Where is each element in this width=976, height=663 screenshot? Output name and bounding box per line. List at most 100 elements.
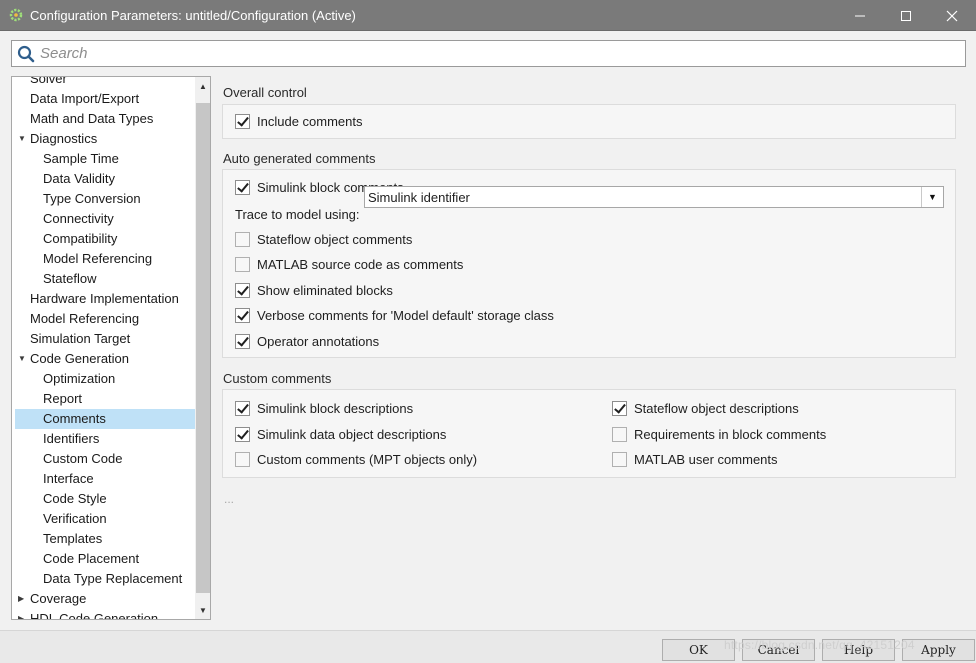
tree-item[interactable]: ▼ Diagnostics [12, 129, 196, 149]
tree-item[interactable]: Type Conversion [12, 189, 196, 209]
tree-item[interactable]: ▶ HDL Code Generation [12, 609, 196, 620]
checkbox-box[interactable] [235, 401, 250, 416]
close-button[interactable] [929, 0, 975, 31]
checkbox-box[interactable] [612, 401, 627, 416]
checkbox-box[interactable] [612, 427, 627, 442]
tree-item[interactable]: Solver [12, 76, 196, 89]
tree-item[interactable]: Code Placement [12, 549, 196, 569]
chevron-down-icon[interactable]: ▼ [921, 187, 943, 207]
tree-item-label: Stateflow [43, 271, 97, 286]
stateflow-object-comments-checkbox[interactable]: Stateflow object comments [235, 232, 412, 247]
collapse-arrow-icon[interactable]: ▶ [18, 589, 24, 609]
overall-control-group: Include comments [222, 104, 956, 139]
checkbox-box[interactable] [235, 283, 250, 298]
tree-item[interactable]: Comments [15, 409, 196, 429]
custom-comments-title: Custom comments [223, 371, 332, 386]
checkbox-label: Simulink data object descriptions [257, 427, 447, 442]
scrollbar-thumb[interactable] [196, 103, 210, 593]
verbose-comments-checkbox[interactable]: Verbose comments for 'Model default' sto… [235, 308, 554, 323]
trace-select-value: Simulink identifier [368, 190, 470, 205]
expand-arrow-icon[interactable]: ▼ [18, 349, 26, 369]
custom-comments-mpt-checkbox[interactable]: Custom comments (MPT objects only) [235, 452, 477, 467]
scroll-down-icon[interactable]: ▼ [195, 601, 210, 619]
tree-item[interactable]: ▶ Coverage [12, 589, 196, 609]
checkbox-label: Stateflow object descriptions [634, 401, 799, 416]
minimize-icon [855, 15, 865, 16]
tree-item[interactable]: Data Validity [12, 169, 196, 189]
tree-item-label: Coverage [30, 591, 87, 606]
tree-item[interactable]: Sample Time [12, 149, 196, 169]
tree-item[interactable]: ▼ Code Generation [12, 349, 196, 369]
minimize-button[interactable] [837, 0, 883, 31]
requirements-block-comments-checkbox[interactable]: Requirements in block comments [612, 427, 826, 442]
tree-item-label: Interface [43, 471, 94, 486]
tree-item-label: Simulation Target [30, 331, 131, 346]
simulink-gear-icon [9, 8, 23, 22]
tree-item[interactable]: Model Referencing [12, 309, 196, 329]
window-title: Configuration Parameters: untitled/Confi… [30, 8, 356, 23]
checkbox-label: Include comments [257, 114, 363, 129]
checkbox-box[interactable] [612, 452, 627, 467]
tree-item-label: Identifiers [43, 431, 100, 446]
search-box[interactable] [11, 40, 966, 67]
tree-item-label: HDL Code Generation [30, 611, 159, 620]
overall-control-title: Overall control [223, 85, 307, 100]
simulink-block-descriptions-checkbox[interactable]: Simulink block descriptions [235, 401, 413, 416]
show-eliminated-blocks-checkbox[interactable]: Show eliminated blocks [235, 283, 393, 298]
tree-item[interactable]: Data Type Replacement [12, 569, 196, 589]
checkbox-box[interactable] [235, 180, 250, 195]
tree-list: Solver Data Import/Export Math and Data Ty… [12, 76, 196, 620]
trace-select[interactable]: Simulink identifier ▼ [364, 186, 944, 208]
scroll-up-icon[interactable]: ▲ [195, 77, 210, 95]
simulink-data-object-descriptions-checkbox[interactable]: Simulink data object descriptions [235, 427, 446, 442]
tree-item[interactable]: Data Import/Export [12, 89, 196, 109]
tree-item-label: Model Referencing [30, 311, 140, 326]
tree-item-label: Custom Code [43, 451, 123, 466]
matlab-source-comments-checkbox[interactable]: MATLAB source code as comments [235, 257, 463, 272]
tree-item[interactable]: Math and Data Types [12, 109, 196, 129]
tree-item-label: Report [43, 391, 83, 406]
maximize-button[interactable] [883, 0, 929, 31]
checkbox-label: Operator annotations [257, 334, 380, 349]
tree-item-label: Type Conversion [43, 191, 141, 206]
matlab-user-comments-checkbox[interactable]: MATLAB user comments [612, 452, 778, 467]
auto-comments-title: Auto generated comments [223, 151, 376, 166]
tree-item[interactable]: Code Style [12, 489, 196, 509]
checkbox-box[interactable] [235, 334, 250, 349]
checkbox-box[interactable] [235, 257, 250, 272]
checkbox-label: MATLAB user comments [634, 452, 778, 467]
tree-item[interactable]: Interface [12, 469, 196, 489]
tree-item[interactable]: Optimization [12, 369, 196, 389]
tree-item[interactable]: Identifiers [12, 429, 196, 449]
checkbox-box[interactable] [235, 232, 250, 247]
tree-item[interactable]: Model Referencing [12, 249, 196, 269]
stateflow-object-descriptions-checkbox[interactable]: Stateflow object descriptions [612, 401, 799, 416]
tree-item[interactable]: Compatibility [12, 229, 196, 249]
tree-item[interactable]: Stateflow [12, 269, 196, 289]
checkbox-box[interactable] [235, 114, 250, 129]
tree-item[interactable]: Connectivity [12, 209, 196, 229]
expand-arrow-icon[interactable]: ▼ [18, 129, 26, 149]
tree-item-label: Math and Data Types [30, 111, 154, 126]
tree-item-label: Code Placement [43, 551, 140, 566]
checkbox-box[interactable] [235, 452, 250, 467]
checkbox-box[interactable] [235, 427, 250, 442]
checkbox-label: Show eliminated blocks [257, 283, 393, 298]
tree-item[interactable]: Templates [12, 529, 196, 549]
title-bar: Configuration Parameters: untitled/Confi… [0, 0, 976, 31]
tree-scrollbar[interactable]: ▲ ▼ [195, 77, 210, 619]
tree-item-label: Optimization [43, 371, 116, 386]
tree-item[interactable]: Verification [12, 509, 196, 529]
tree-item[interactable]: Custom Code [12, 449, 196, 469]
collapse-arrow-icon[interactable]: ▶ [18, 609, 24, 619]
search-input[interactable] [38, 43, 938, 64]
tree-item[interactable]: Report [12, 389, 196, 409]
checkbox-box[interactable] [235, 308, 250, 323]
operator-annotations-checkbox[interactable]: Operator annotations [235, 334, 379, 349]
tree-item[interactable]: Simulation Target [12, 329, 196, 349]
include-comments-checkbox[interactable]: Include comments [235, 114, 363, 129]
tree-item-label: Solver [30, 76, 67, 86]
tree-item-label: Verification [43, 511, 107, 526]
tree-item[interactable]: Hardware Implementation [12, 289, 196, 309]
tree-item-label: Diagnostics [30, 131, 98, 146]
